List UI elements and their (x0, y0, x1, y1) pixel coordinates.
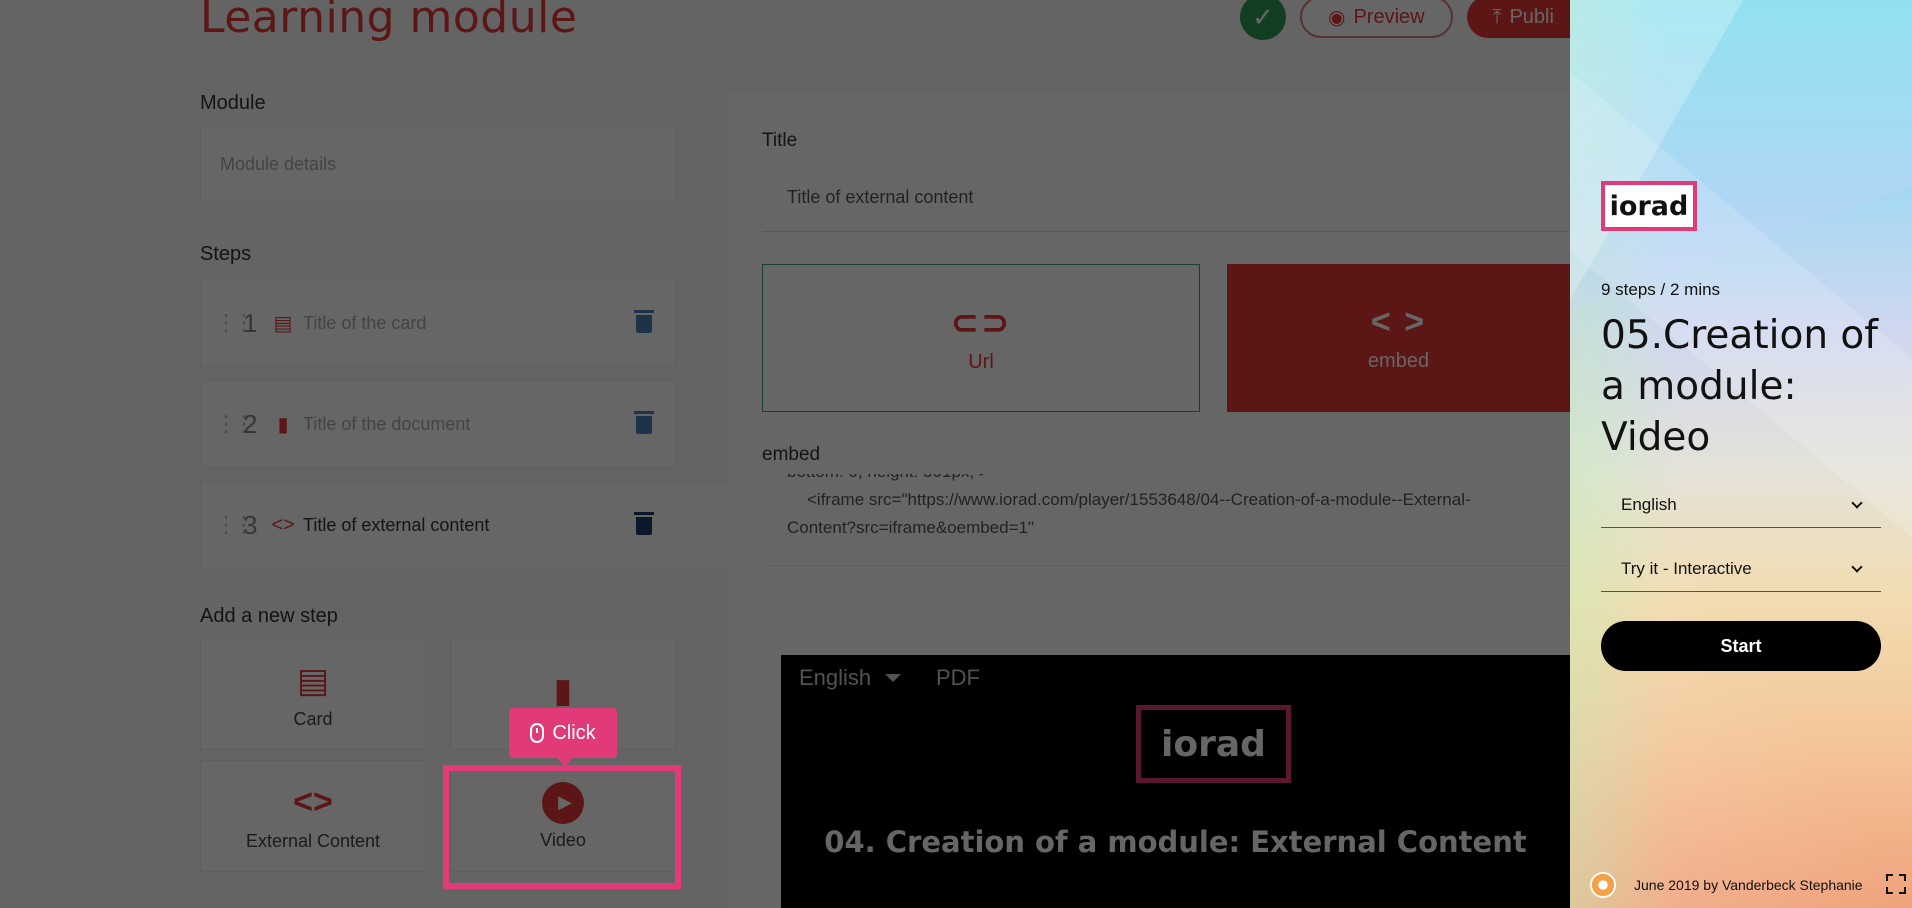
language-select[interactable]: English (1601, 482, 1881, 528)
title-value: Title of external content (787, 187, 974, 207)
publish-label: Publi (1509, 5, 1554, 28)
module-details-placeholder: Module details (220, 153, 337, 174)
embed-line-3: Content?src=iframe&oembed=1" (787, 518, 1035, 537)
tutorial-title: 05.Creation of a module: Video (1601, 313, 1879, 460)
step-title: Title of the card (303, 312, 427, 333)
embed-line-2: <iframe src="https://www.iorad.com/playe… (807, 490, 1471, 509)
code-icon: <> (271, 513, 295, 536)
upload-icon: ⤒ (1492, 5, 1502, 28)
title-label: Title (762, 130, 798, 151)
module-label: Module (200, 92, 266, 114)
embed-code-textarea[interactable]: bottom: 0; height: 501px; > <iframe src=… (762, 474, 1570, 566)
embed-line-1: bottom: 0; height: 501px; > (787, 474, 1570, 486)
drag-handle-icon[interactable]: ⋮⋮ (215, 413, 255, 435)
saved-check-icon[interactable]: ✓ (1240, 0, 1286, 40)
add-card-tile[interactable]: ▤ Card (200, 638, 426, 750)
mode-value: Try it - Interactive (1621, 558, 1752, 578)
player-language-value: English (799, 665, 872, 690)
player-pdf-link[interactable]: PDF (936, 665, 980, 691)
fullscreen-icon[interactable] (1886, 874, 1906, 894)
player-title: 04. Creation of a module: External Conte… (824, 825, 1527, 859)
tile-label: External Content (245, 830, 381, 851)
mouse-icon (530, 723, 545, 743)
author-logo-icon (1590, 872, 1616, 898)
click-tooltip: Click (509, 708, 617, 766)
learning-module-editor: Learning module ✓ ◉ Preview ⤒ Publi Modu… (0, 0, 1570, 908)
page-title: Learning module (200, 0, 578, 43)
code-icon: < > (1370, 303, 1427, 341)
top-actions: ✓ ◉ Preview ⤒ Publi (1240, 0, 1570, 40)
clipboard-icon: ▤ (296, 661, 330, 700)
embed-type-option[interactable]: < > embed (1227, 264, 1570, 412)
step-number: 2 (243, 408, 258, 439)
module-details-input[interactable]: Module details (200, 127, 676, 201)
link-icon: ⊂⊃ (950, 303, 1012, 342)
document-icon: ▮ (277, 413, 289, 436)
step-highlight-box[interactable] (443, 765, 681, 889)
player-language-select[interactable]: English (799, 665, 902, 691)
start-button[interactable]: Start (1601, 621, 1881, 671)
drag-handle-icon[interactable]: ⋮⋮ (215, 312, 255, 334)
trash-icon[interactable] (634, 310, 654, 334)
step-number: 3 (243, 509, 258, 540)
tutorial-meta: 9 steps / 2 mins (1601, 280, 1721, 299)
tile-label: Card (293, 708, 333, 729)
clipboard-icon: ▤ (273, 312, 293, 335)
mode-select[interactable]: Try it - Interactive (1601, 546, 1881, 592)
url-label: Url (968, 350, 994, 373)
eye-icon: ◉ (1328, 6, 1346, 29)
language-value: English (1621, 494, 1677, 514)
code-icon: <> (293, 783, 333, 821)
preview-label: Preview (1353, 5, 1425, 28)
sidebar-footer: June 2019 by Vanderbeck Stephanie (1590, 872, 1910, 898)
chevron-down-icon (1851, 496, 1863, 509)
player-logo: iorad (1136, 705, 1291, 783)
embed-label: embed (1367, 350, 1430, 372)
url-type-option[interactable]: ⊂⊃ Url (762, 264, 1200, 412)
step-number: 1 (243, 307, 258, 338)
footer-text: June 2019 by Vanderbeck Stephanie (1634, 877, 1863, 893)
title-input[interactable]: Title of external content (762, 164, 1570, 232)
step-card-3[interactable]: ⋮⋮ 3 <> Title of external content (200, 481, 729, 569)
step-card-2[interactable]: ⋮⋮ 2 ▮ Title of the document (200, 380, 676, 468)
document-icon: ▮ (553, 672, 573, 710)
tutorial-sidebar: iorad 9 steps / 2 mins 05.Creation of a … (1570, 0, 1912, 908)
iorad-logo: iorad (1601, 181, 1697, 231)
embedded-preview-player[interactable]: English PDF iorad 04. Creation of a modu… (781, 655, 1570, 908)
step-card-1[interactable]: ⋮⋮ 1 ▤ Title of the card (200, 279, 676, 367)
embed-field-label: embed (762, 444, 821, 465)
trash-icon[interactable] (634, 512, 654, 536)
preview-button[interactable]: ◉ Preview (1300, 0, 1453, 38)
add-step-label: Add a new step (200, 605, 338, 627)
drag-handle-icon[interactable]: ⋮⋮ (215, 514, 255, 536)
publish-button[interactable]: ⤒ Publi (1466, 0, 1570, 38)
chevron-down-icon (1851, 560, 1863, 573)
step-editor-panel: Title Title of external content ⊂⊃ Url <… (727, 94, 1570, 908)
trash-icon[interactable] (634, 411, 654, 435)
steps-label: Steps (200, 243, 252, 265)
add-external-content-tile[interactable]: <> External Content (200, 760, 426, 872)
caret-down-icon (885, 674, 902, 682)
click-label: Click (552, 721, 596, 744)
step-title: Title of the document (303, 413, 471, 434)
